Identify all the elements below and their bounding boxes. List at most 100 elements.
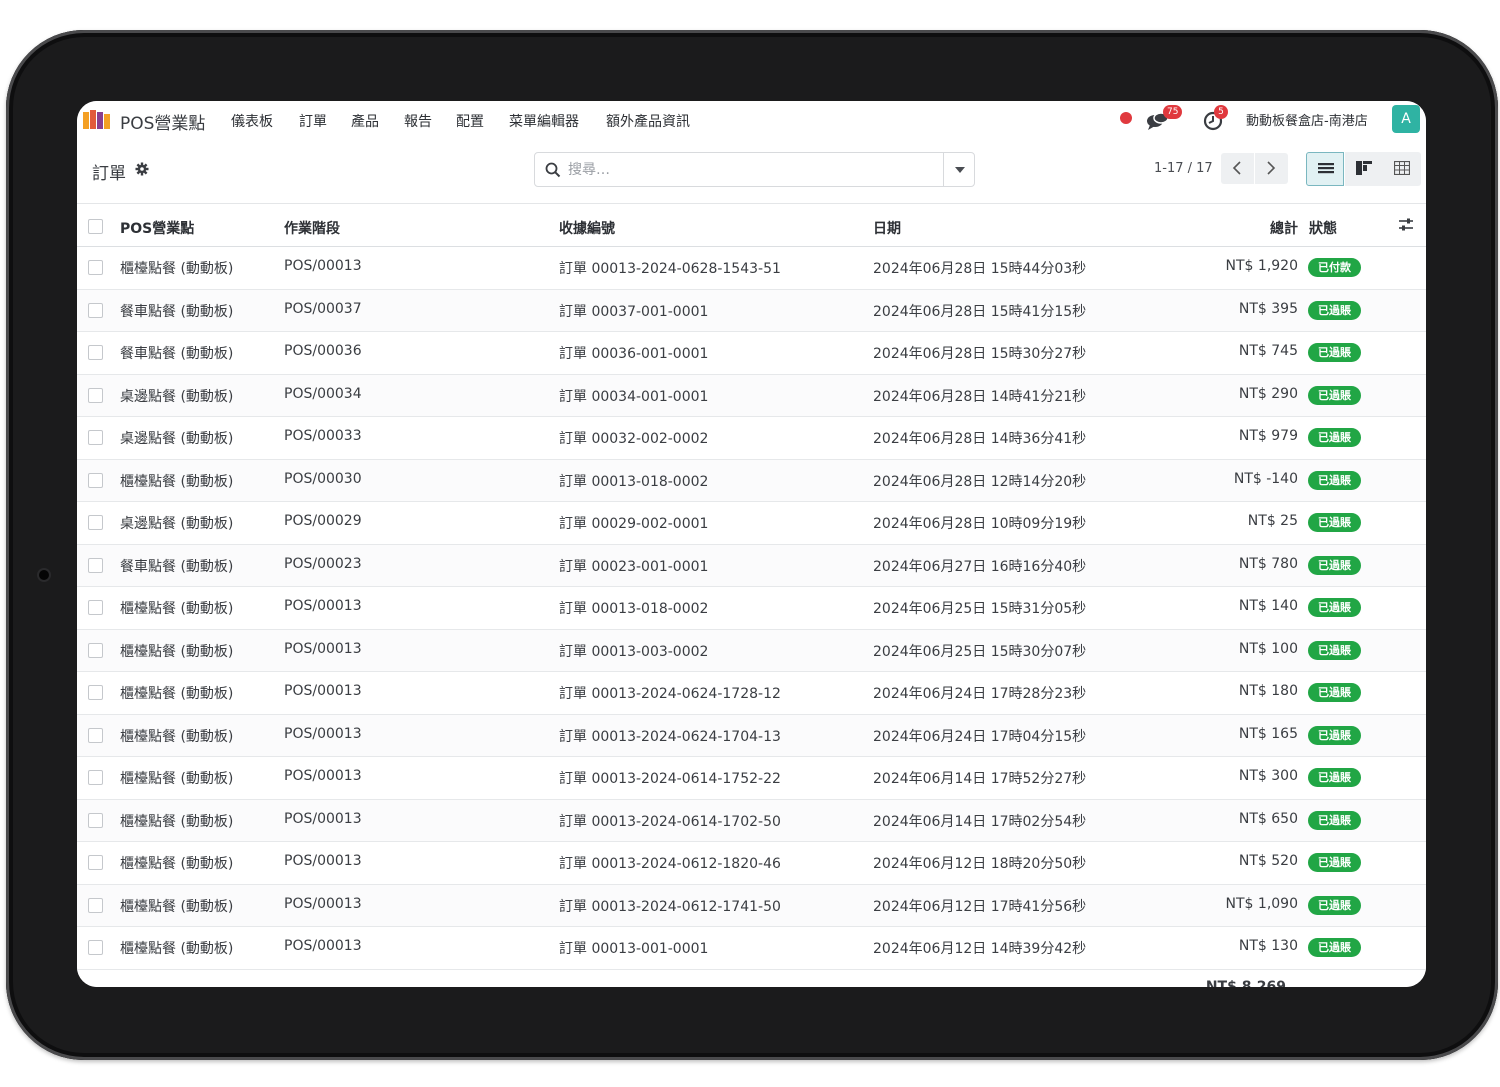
table-row[interactable]: 櫃檯點餐 (動動板) POS/00013 訂單 00013-2024-0612-18… <box>77 842 1426 885</box>
user-avatar[interactable]: A <box>1392 105 1420 133</box>
cell-state: 已過賬 <box>1308 853 1361 872</box>
cell-total: NT$ 1,090 <box>1225 895 1298 912</box>
pivot-view-button[interactable] <box>1383 152 1421 186</box>
cell-date: 2024年06月28日 10時09分19秒 <box>873 516 1087 532</box>
cell-total: NT$ 180 <box>1238 683 1298 699</box>
pager-value[interactable]: 1-17 / 17 <box>1154 161 1213 176</box>
menu-item-4[interactable]: 配置 <box>456 111 484 131</box>
row-checkbox[interactable] <box>88 770 103 785</box>
cell-total: NT$ 1,920 <box>1225 258 1298 274</box>
table-row[interactable]: 桌邊點餐 (動動板) POS/00034 訂單 00034-001-0001 2024… <box>77 374 1426 417</box>
cell-session: POS/00034 <box>284 385 362 402</box>
table-row[interactable]: 櫃檯點餐 (動動板) POS/00013 訂單 00013-2024-0612-17… <box>77 884 1426 927</box>
row-checkbox[interactable] <box>88 472 103 488</box>
optional-columns-sliders-icon[interactable] <box>1398 217 1414 233</box>
cell-total: NT$ 25 <box>1247 513 1298 529</box>
menu-item-2[interactable]: 產品 <box>351 111 379 131</box>
table-row[interactable]: 櫃檯點餐 (動動板) POS/00013 訂單 00013-2024-0614-17… <box>77 757 1426 800</box>
gear-icon[interactable] <box>135 162 149 176</box>
pos-app-logo-icon[interactable] <box>83 109 111 129</box>
column-header-total[interactable]: 總計 <box>1270 218 1298 238</box>
cell-date: 2024年06月24日 17時28分23秒 <box>873 686 1087 702</box>
column-header-receipt[interactable]: 收據編號 <box>559 218 615 238</box>
row-checkbox[interactable] <box>88 260 103 275</box>
row-checkbox[interactable] <box>88 812 103 828</box>
front-camera <box>39 570 49 580</box>
cell-total: NT$ 650 <box>1238 810 1298 827</box>
row-checkbox[interactable] <box>88 940 103 955</box>
row-checkbox[interactable] <box>88 557 103 573</box>
app-name[interactable]: POS營業點 <box>120 109 205 134</box>
table-row[interactable]: 櫃檯點餐 (動動板) POS/00013 訂單 00013-003-0002 2024… <box>77 629 1426 672</box>
page-title: 訂單 <box>92 164 126 184</box>
column-header-session[interactable]: 作業階段 <box>284 218 340 238</box>
row-checkbox[interactable] <box>88 855 103 870</box>
column-header-pos[interactable]: POS營業點 <box>120 218 194 238</box>
table-row[interactable]: 餐車點餐 (動動板) POS/00037 訂單 00037-001-0001 2024… <box>77 289 1426 332</box>
search-input[interactable] <box>568 153 938 186</box>
status-badge: 已過賬 <box>1308 725 1361 745</box>
kanban-view-button[interactable] <box>1345 152 1383 186</box>
kanban-view-icon <box>1356 161 1372 175</box>
table-row[interactable]: 櫃檯點餐 (動動板) POS/00030 訂單 00013-018-0002 2024… <box>77 459 1426 502</box>
search-options-chevron-down-icon[interactable] <box>943 153 974 186</box>
status-dot-icon[interactable] <box>1120 112 1132 124</box>
company-switcher[interactable]: 動動板餐盒店-南港店 <box>1246 110 1368 129</box>
list-view-button[interactable] <box>1306 152 1344 186</box>
row-checkbox[interactable] <box>88 345 103 360</box>
column-header-state[interactable]: 狀態 <box>1309 218 1337 238</box>
pager-previous-button[interactable] <box>1221 153 1254 184</box>
row-checkbox[interactable] <box>88 600 103 615</box>
cell-session: POS/00037 <box>284 300 362 317</box>
row-checkbox[interactable] <box>88 430 103 445</box>
status-badge: 已過賬 <box>1308 555 1361 575</box>
table-row[interactable]: 櫃檯點餐 (動動板) POS/00013 訂單 00013-2024-0628-15… <box>77 247 1426 290</box>
table-row[interactable]: 桌邊點餐 (動動板) POS/00029 訂單 00029-002-0001 2024… <box>77 502 1426 545</box>
menu-item-0[interactable]: 儀表板 <box>231 111 273 131</box>
cell-receipt: 訂單 00013-018-0002 <box>559 473 709 490</box>
row-checkbox[interactable] <box>88 387 103 403</box>
chat-badge: 75 <box>1163 105 1183 119</box>
row-checkbox[interactable] <box>88 642 103 658</box>
row-checkbox[interactable] <box>88 727 103 743</box>
cell-total: NT$ 395 <box>1238 300 1298 317</box>
control-panel: 訂單 1-17 / 17 <box>77 137 1426 203</box>
cell-receipt: 訂單 00013-003-0002 <box>559 643 709 660</box>
menu-item-1[interactable]: 訂單 <box>299 111 327 131</box>
cell-total: NT$ 140 <box>1238 598 1298 614</box>
table-row[interactable]: 櫃檯點餐 (動動板) POS/00013 訂單 00013-2024-0624-17… <box>77 714 1426 757</box>
cell-state: 已過賬 <box>1308 555 1361 575</box>
table-row[interactable]: 櫃檯點餐 (動動板) POS/00013 訂單 00013-018-0002 2024… <box>77 587 1426 630</box>
table-row[interactable]: 櫃檯點餐 (動動板) POS/00013 訂單 00013-2024-0614-17… <box>77 799 1426 842</box>
cell-pos: 餐車點餐 (動動板) <box>120 558 234 575</box>
menu-item-5[interactable]: 菜單編輯器 <box>509 111 579 131</box>
table-row[interactable]: 桌邊點餐 (動動板) POS/00033 訂單 00032-002-0002 2024… <box>77 417 1426 460</box>
row-checkbox[interactable] <box>88 685 103 700</box>
column-header-date[interactable]: 日期 <box>873 218 901 238</box>
table-row[interactable]: 餐車點餐 (動動板) POS/00036 訂單 00036-001-0001 2024… <box>77 332 1426 375</box>
select-all-checkbox[interactable] <box>88 219 103 234</box>
table-row[interactable]: 櫃檯點餐 (動動板) POS/00013 訂單 00013-2024-0624-17… <box>77 672 1426 715</box>
tablet-frame: POS營業點 儀表板 訂單 產品 報告 配置 菜單編輯器 額外產品資訊 75 5 動動板餐盒… <box>6 30 1498 1060</box>
row-checkbox[interactable] <box>88 515 103 530</box>
search-bar <box>534 152 975 187</box>
pager-next-button[interactable] <box>1255 153 1288 184</box>
chevron-left-icon <box>1232 161 1241 175</box>
table-row[interactable]: 餐車點餐 (動動板) POS/00023 訂單 00023-001-0001 2024… <box>77 544 1426 587</box>
cell-session: POS/00030 <box>284 470 362 487</box>
cell-pos: 櫃檯點餐 (動動板) <box>120 473 234 490</box>
cell-state: 已過賬 <box>1308 300 1361 320</box>
cell-date: 2024年06月28日 12時14分20秒 <box>873 473 1087 490</box>
cell-date: 2024年06月14日 17時02分54秒 <box>873 813 1087 830</box>
table-row[interactable]: 櫃檯點餐 (動動板) POS/00013 訂單 00013-001-0001 2024… <box>77 927 1426 970</box>
row-checkbox[interactable] <box>88 897 103 913</box>
status-badge: 已過賬 <box>1308 513 1361 532</box>
cell-session: POS/00013 <box>284 853 362 869</box>
activity-badge: 5 <box>1214 105 1228 119</box>
menu-item-6[interactable]: 額外產品資訊 <box>606 111 690 131</box>
cell-date: 2024年06月12日 14時39分42秒 <box>873 941 1087 957</box>
status-badge: 已過賬 <box>1308 598 1361 617</box>
cell-session: POS/00013 <box>284 640 362 657</box>
menu-item-3[interactable]: 報告 <box>404 111 432 131</box>
row-checkbox[interactable] <box>88 302 103 318</box>
